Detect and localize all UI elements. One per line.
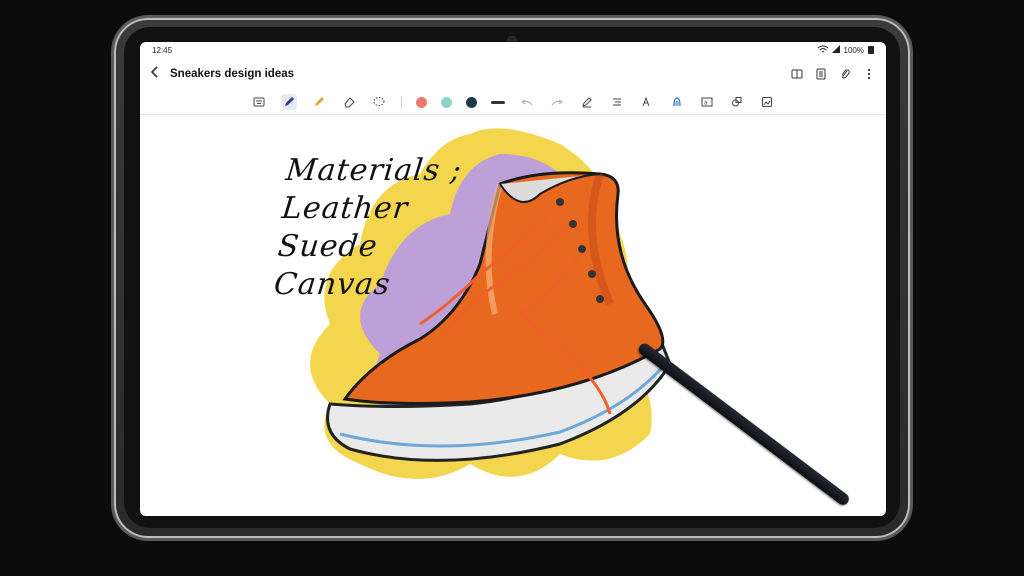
more-options-button[interactable] [862, 67, 876, 81]
stroke-width-button[interactable] [491, 100, 505, 104]
insert-text-box-button[interactable]: a [699, 94, 715, 110]
more-vert-icon [867, 68, 871, 80]
undo-icon [521, 99, 533, 106]
undo-button[interactable] [519, 94, 535, 110]
stroke-width-icon [491, 100, 505, 104]
handwriting-line: Canvas [272, 267, 393, 302]
color-swatch-navy[interactable] [466, 96, 477, 108]
eraser-icon [344, 97, 355, 108]
wifi-icon [817, 45, 828, 55]
status-icons: 100% [817, 45, 874, 55]
back-button[interactable] [150, 65, 170, 83]
redo-button[interactable] [549, 94, 565, 110]
highlighter-tool[interactable] [311, 94, 327, 110]
page-button[interactable] [814, 67, 828, 81]
handwriting-line: Materials ; [284, 153, 464, 188]
status-bar: 12:45 100% [140, 42, 886, 58]
handwritten-notes: Materials ; Leather Suede Canvas [272, 152, 464, 304]
title-actions [790, 67, 876, 81]
highlighter-icon [315, 97, 324, 106]
color-swatch-coral[interactable] [416, 96, 427, 108]
status-time: 12:45 [152, 45, 173, 55]
pen-icon [285, 97, 294, 106]
pen-settings-button[interactable] [579, 94, 595, 110]
keyboard-icon [253, 97, 265, 107]
note-title: Sneakers design ideas [170, 68, 295, 80]
text-align-button[interactable] [609, 94, 625, 110]
attach-icon [841, 69, 850, 79]
attach-button[interactable] [838, 67, 852, 81]
note-canvas[interactable]: Materials ; Leather Suede Canvas [140, 114, 886, 516]
color-swatch-mint[interactable] [441, 96, 452, 108]
book-view-icon [791, 69, 803, 79]
handwriting-to-text-icon [642, 96, 650, 107]
title-bar: Sneakers design ideas [140, 58, 886, 90]
handwriting-line: Suede [276, 229, 380, 264]
pen-toolbar: a [140, 90, 886, 115]
signal-icon [831, 45, 840, 55]
sneaker-illustration [310, 128, 672, 479]
keyboard-tool[interactable] [251, 94, 267, 110]
shape-icon [732, 97, 742, 107]
audio-icon [673, 97, 681, 107]
text-box-icon: a [701, 97, 713, 107]
audio-recording-button[interactable] [669, 94, 685, 110]
pen-settings-icon [582, 97, 592, 108]
text-align-icon [613, 98, 621, 106]
chevron-left-icon [150, 66, 158, 78]
image-icon [762, 97, 772, 107]
shape-button[interactable] [729, 94, 745, 110]
toolbar-divider [401, 96, 402, 108]
eraser-tool[interactable] [341, 94, 357, 110]
handwriting-line: Leather [280, 191, 410, 226]
redo-icon [551, 99, 563, 106]
insert-image-button[interactable] [759, 94, 775, 110]
book-view-button[interactable] [790, 67, 804, 81]
pen-tool[interactable] [281, 94, 297, 110]
lasso-icon [373, 97, 385, 106]
battery-icon [868, 46, 874, 54]
page-icon [816, 68, 826, 80]
battery-percent: 100% [843, 45, 864, 55]
lasso-tool[interactable] [371, 94, 387, 110]
handwriting-to-text-button[interactable] [639, 94, 655, 110]
